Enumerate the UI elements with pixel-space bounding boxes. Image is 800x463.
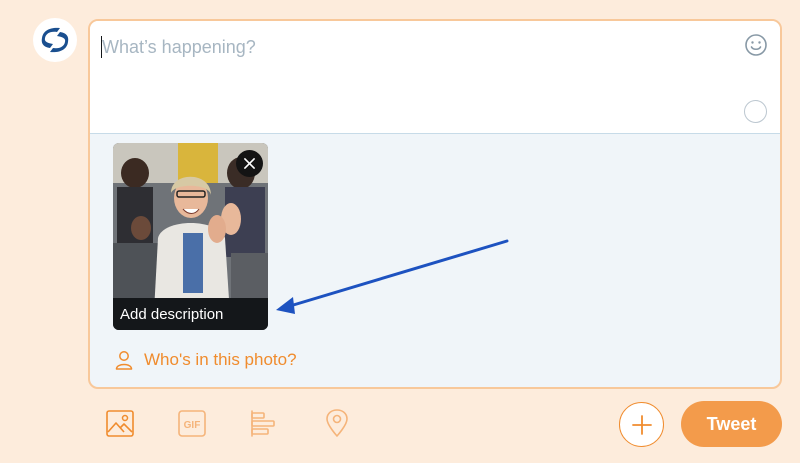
character-counter-ring [744, 100, 767, 123]
location-icon[interactable] [322, 408, 352, 438]
close-icon [244, 158, 255, 169]
add-tweet-button[interactable] [619, 402, 664, 447]
add-description-button[interactable]: Add description [113, 298, 268, 330]
remove-photo-button[interactable] [236, 150, 263, 177]
tag-people-button[interactable]: Who's in this photo? [115, 348, 297, 372]
gif-label: GIF [184, 420, 201, 431]
person-icon [115, 351, 133, 370]
poll-icon[interactable] [249, 408, 279, 438]
emoji-icon[interactable] [744, 33, 768, 57]
tweet-text-area[interactable]: What’s happening? [90, 21, 780, 134]
gif-icon[interactable]: GIF [177, 408, 207, 438]
tag-people-label: Who's in this photo? [144, 350, 297, 369]
tweet-button[interactable]: Tweet [681, 401, 782, 447]
user-avatar[interactable] [33, 18, 77, 62]
tweet-composer: What’s happening? Add description Who's … [88, 19, 782, 389]
image-icon[interactable] [105, 408, 135, 438]
attached-photo[interactable]: Add description [113, 143, 268, 330]
tweet-placeholder: What’s happening? [102, 37, 256, 57]
plus-icon [631, 414, 652, 435]
brand-logo-icon [41, 27, 69, 53]
